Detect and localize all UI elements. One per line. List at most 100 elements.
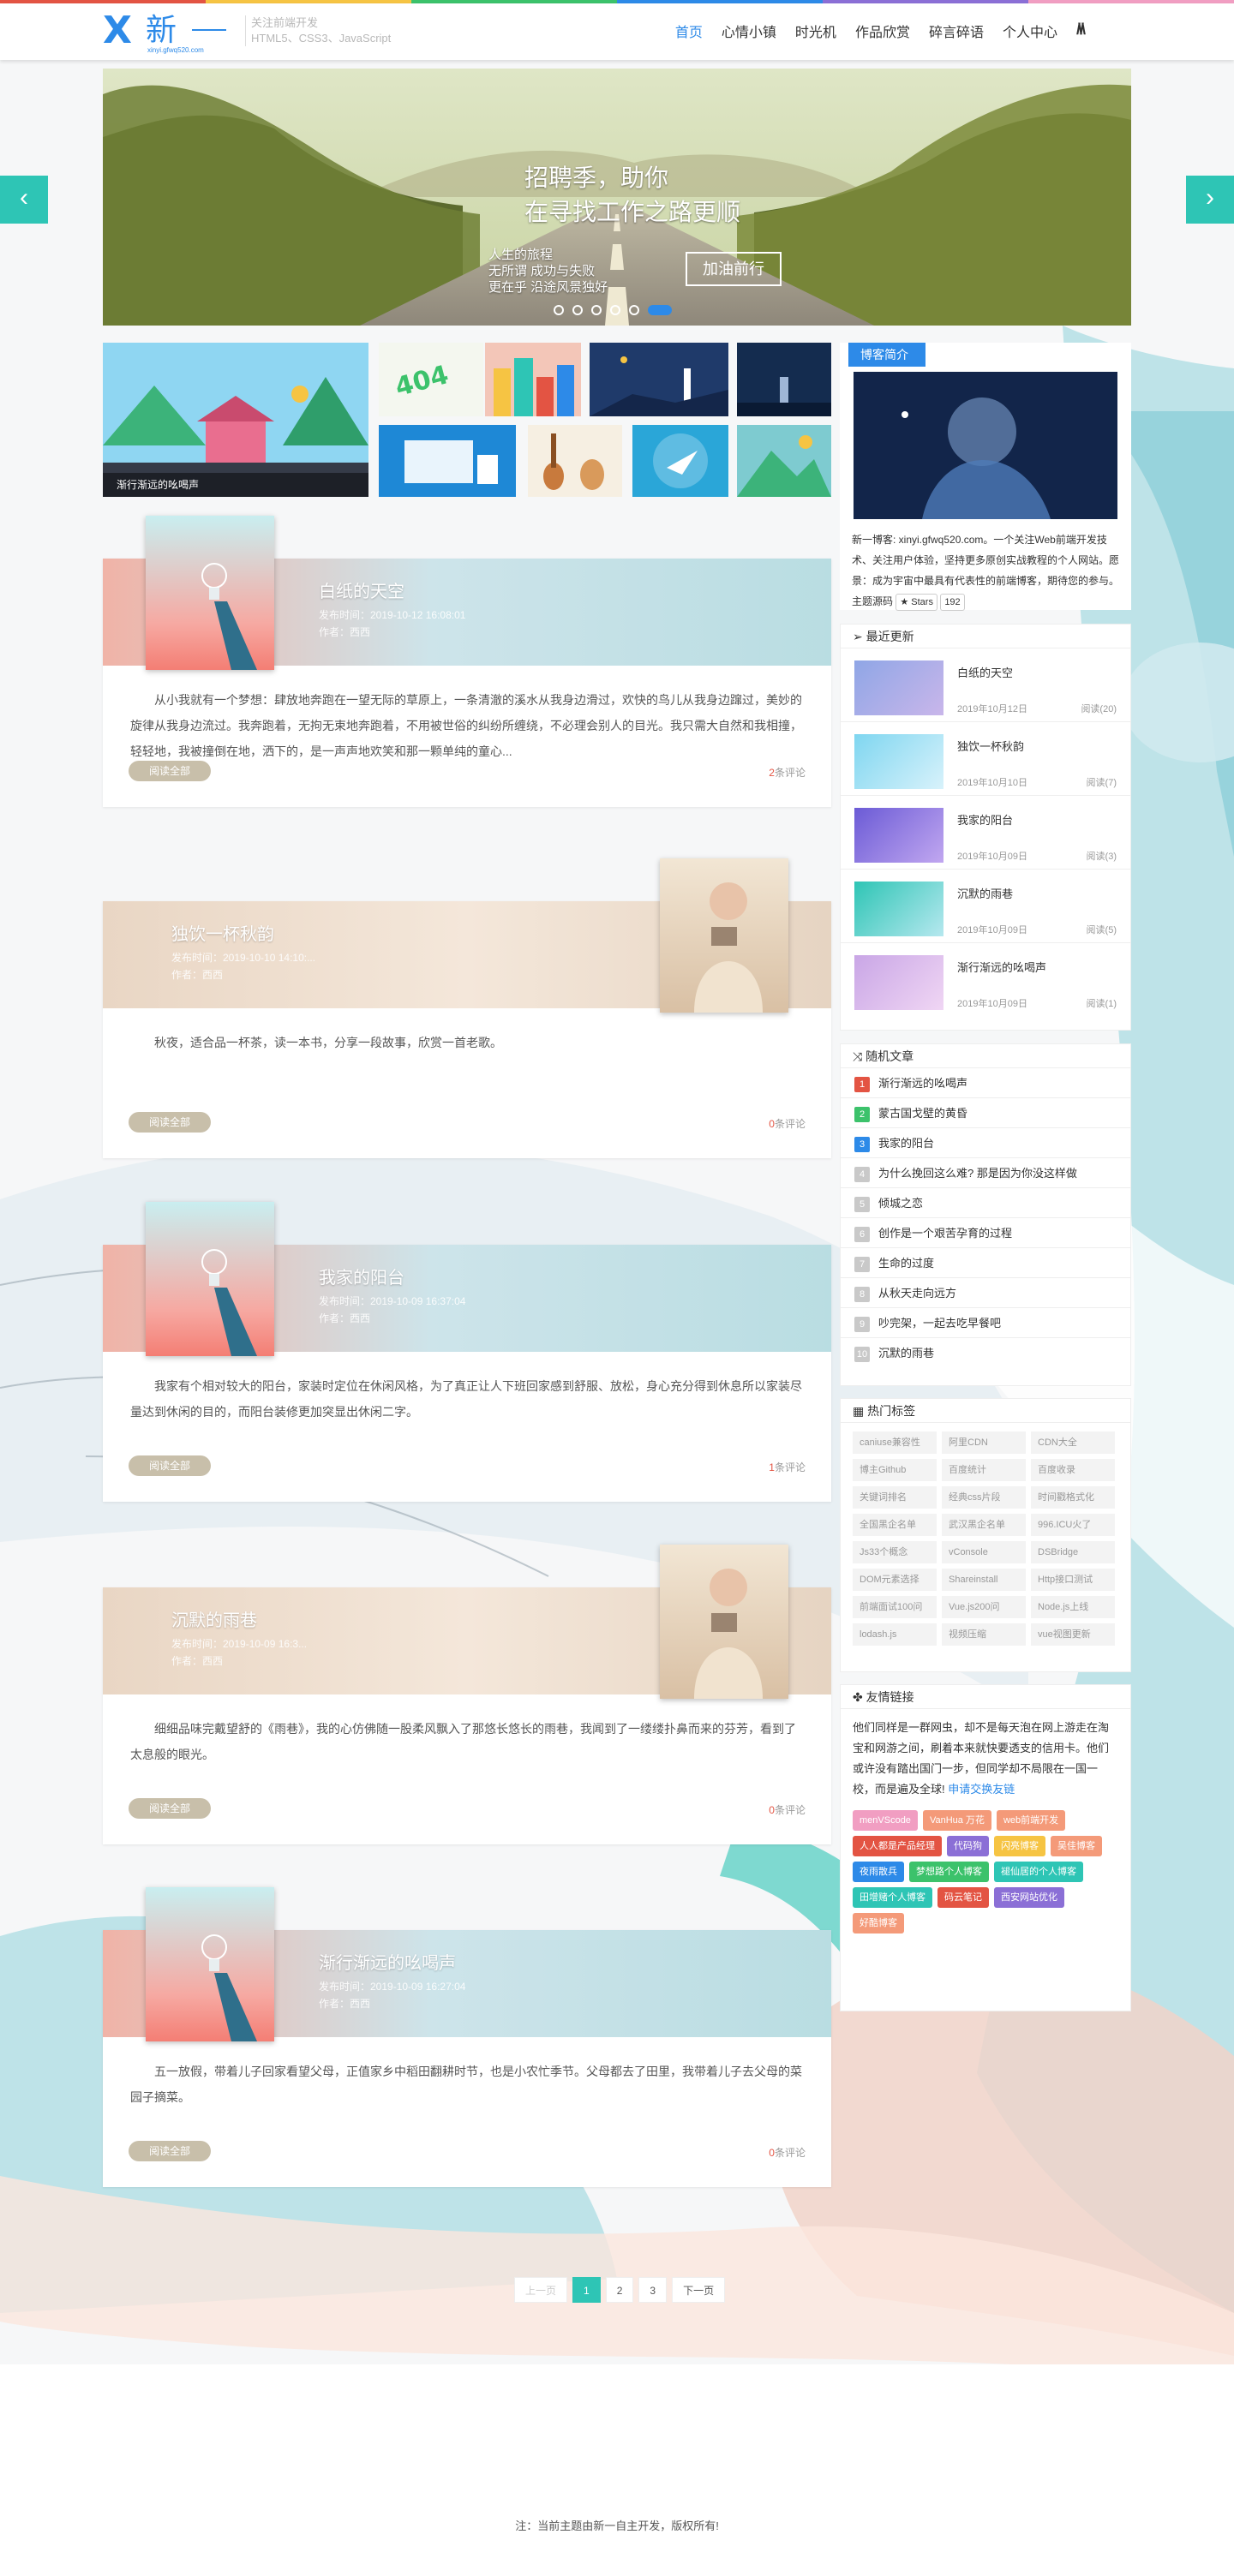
tag-item[interactable]: DSBridge	[1031, 1541, 1115, 1563]
tag-item[interactable]: 阿里CDN	[942, 1431, 1026, 1454]
tag-item[interactable]: Node.js上线	[1031, 1596, 1115, 1618]
list-item[interactable]: 8 从秋天走向远方	[841, 1278, 1130, 1308]
friend-link[interactable]: 夜雨散兵	[853, 1862, 904, 1882]
page-1-button[interactable]: 1	[572, 2277, 601, 2303]
tag-item[interactable]: 关键词排名	[853, 1486, 937, 1509]
tag-item[interactable]: 博主Github	[853, 1459, 937, 1481]
tag-item[interactable]: 996.ICU火了	[1031, 1514, 1115, 1536]
tag-item[interactable]: vue视图更新	[1031, 1623, 1115, 1646]
friend-link[interactable]: 码云笔记	[937, 1887, 989, 1908]
tag-item[interactable]: caniuse兼容性	[853, 1431, 937, 1454]
nav-home[interactable]: 首页	[675, 21, 703, 41]
friend-link[interactable]: 吴佳博客	[1051, 1836, 1102, 1856]
post-thumbnail[interactable]	[146, 1202, 274, 1356]
list-item[interactable]: 独饮一杯秋韵 2019年10月10日 阅读(7)	[841, 722, 1130, 796]
post-comments[interactable]: 0条评论	[769, 2145, 806, 2160]
post-title[interactable]: 我家的阳台	[319, 1264, 404, 1288]
tag-item[interactable]: vConsole	[942, 1541, 1026, 1563]
hero-banner[interactable]: 招聘季，助你 在寻找工作之路更顺 人生的旅程 无所谓 成功与失败 更在乎 沿途风…	[103, 69, 1131, 326]
apply-link[interactable]: 申请交换友链	[948, 1783, 1015, 1796]
prev-page-button[interactable]: 上一页	[514, 2277, 568, 2303]
tag-item[interactable]: 视频压缩	[942, 1623, 1026, 1646]
list-item[interactable]: 3 我家的阳台	[841, 1128, 1130, 1158]
list-item[interactable]: 渐行渐远的吆喝声 2019年10月09日 阅读(1)	[841, 943, 1130, 1017]
tag-item[interactable]: lodash.js	[853, 1623, 937, 1646]
next-page-button[interactable]: 下一页	[672, 2277, 726, 2303]
tag-item[interactable]: 武汉黑企名单	[942, 1514, 1026, 1536]
list-item[interactable]: 9 吵完架，一起去吃早餐吧	[841, 1308, 1130, 1338]
tag-item[interactable]: Js33个概念	[853, 1541, 937, 1563]
banner-prev-arrow[interactable]: ‹	[0, 176, 48, 224]
banner-cta-button[interactable]: 加油前行	[686, 252, 782, 286]
tag-item[interactable]: Vue.js200问	[942, 1596, 1026, 1618]
friend-link[interactable]: menVScode	[853, 1810, 918, 1831]
friend-link[interactable]: 梦想路个人博客	[909, 1862, 989, 1882]
thumb-devices[interactable]	[379, 425, 516, 497]
post-comments[interactable]: 0条评论	[769, 1116, 806, 1131]
thumb-plane[interactable]	[632, 425, 728, 497]
thumb-city[interactable]	[485, 343, 581, 416]
github-star-button[interactable]: ★ Stars	[896, 594, 937, 611]
read-more-button[interactable]: 阅读全部	[129, 1798, 211, 1819]
banner-dot-active[interactable]	[648, 305, 672, 315]
tag-item[interactable]: CDN大全	[1031, 1431, 1115, 1454]
nav-works[interactable]: 作品欣赏	[855, 21, 910, 41]
read-more-button[interactable]: 阅读全部	[129, 1112, 211, 1133]
post-comments[interactable]: 0条评论	[769, 1802, 806, 1817]
thumb-music[interactable]	[528, 425, 622, 497]
read-more-button[interactable]: 阅读全部	[129, 1455, 211, 1476]
list-item[interactable]: 5 倾城之恋	[841, 1188, 1130, 1218]
thumb-404[interactable]: 404	[379, 343, 483, 416]
post-thumbnail[interactable]	[146, 516, 274, 670]
thumb-night[interactable]	[590, 343, 728, 416]
post-thumbnail[interactable]	[660, 858, 788, 1013]
list-item[interactable]: 4 为什么挽回这么难? 那是因为你没这样做	[841, 1158, 1130, 1188]
nav-time-machine[interactable]: 时光机	[795, 21, 836, 41]
banner-dot[interactable]	[629, 305, 639, 315]
page-2-button[interactable]: 2	[605, 2277, 634, 2303]
site-logo[interactable]: X 新 xinyi.gfwq520.com	[103, 10, 231, 54]
list-item[interactable]: 7 生命的过度	[841, 1248, 1130, 1278]
post-title[interactable]: 独饮一杯秋韵	[171, 920, 274, 945]
friend-link[interactable]: 褪仙居的个人博客	[994, 1862, 1083, 1882]
friend-link[interactable]: 闪亮博客	[994, 1836, 1045, 1856]
tag-item[interactable]: DOM元素选择	[853, 1569, 937, 1591]
post-comments[interactable]: 1条评论	[769, 1460, 806, 1474]
post-comments[interactable]: 2条评论	[769, 765, 806, 780]
post-thumbnail[interactable]	[660, 1545, 788, 1699]
friend-link[interactable]: web前端开发	[996, 1810, 1066, 1831]
nav-personal-center[interactable]: 个人中心	[1003, 21, 1057, 41]
read-more-button[interactable]: 阅读全部	[129, 2141, 211, 2161]
tag-item[interactable]: 前端面试100问	[853, 1596, 937, 1618]
banner-dot[interactable]	[591, 305, 602, 315]
list-item[interactable]: 我家的阳台 2019年10月09日 阅读(3)	[841, 796, 1130, 870]
read-more-button[interactable]: 阅读全部	[129, 761, 211, 781]
friend-link[interactable]: 代码狗	[947, 1836, 989, 1856]
thumb-mountain[interactable]	[737, 425, 831, 497]
thumb-large[interactable]: 渐行渐远的吆喝声	[103, 343, 368, 497]
tag-item[interactable]: 百度收录	[1031, 1459, 1115, 1481]
friend-link[interactable]: VanHua 万花	[922, 1810, 991, 1831]
tag-item[interactable]: Shareinstall	[942, 1569, 1026, 1591]
tag-item[interactable]: 经典css片段	[942, 1486, 1026, 1509]
list-item[interactable]: 2 蒙古国戈壁的黄昏	[841, 1098, 1130, 1128]
friend-link[interactable]: 西安网站优化	[994, 1887, 1064, 1908]
mountain-menu-icon[interactable]: /\/\	[1076, 21, 1086, 41]
friend-link[interactable]: 好酷博客	[853, 1913, 904, 1933]
tag-item[interactable]: 时间戳格式化	[1031, 1486, 1115, 1509]
tag-item[interactable]: 全国黑企名单	[853, 1514, 937, 1536]
list-item[interactable]: 白纸的天空 2019年10月12日 阅读(20)	[841, 648, 1130, 722]
list-item[interactable]: 6 创作是一个艰苦孕育的过程	[841, 1218, 1130, 1248]
post-title[interactable]: 白纸的天空	[319, 577, 404, 602]
list-item[interactable]: 1 渐行渐远的吆喝声	[841, 1068, 1130, 1098]
banner-dot[interactable]	[610, 305, 620, 315]
page-3-button[interactable]: 3	[638, 2277, 668, 2303]
post-title[interactable]: 沉默的雨巷	[171, 1606, 257, 1631]
banner-dot[interactable]	[572, 305, 583, 315]
list-item[interactable]: 沉默的雨巷 2019年10月09日 阅读(5)	[841, 870, 1130, 943]
friend-link[interactable]: 人人都是产品经理	[853, 1836, 942, 1856]
banner-next-arrow[interactable]: ›	[1186, 176, 1234, 224]
tag-item[interactable]: Http接口测试	[1031, 1569, 1115, 1591]
tag-item[interactable]: 百度统计	[942, 1459, 1026, 1481]
list-item[interactable]: 10 沉默的雨巷	[841, 1338, 1130, 1368]
